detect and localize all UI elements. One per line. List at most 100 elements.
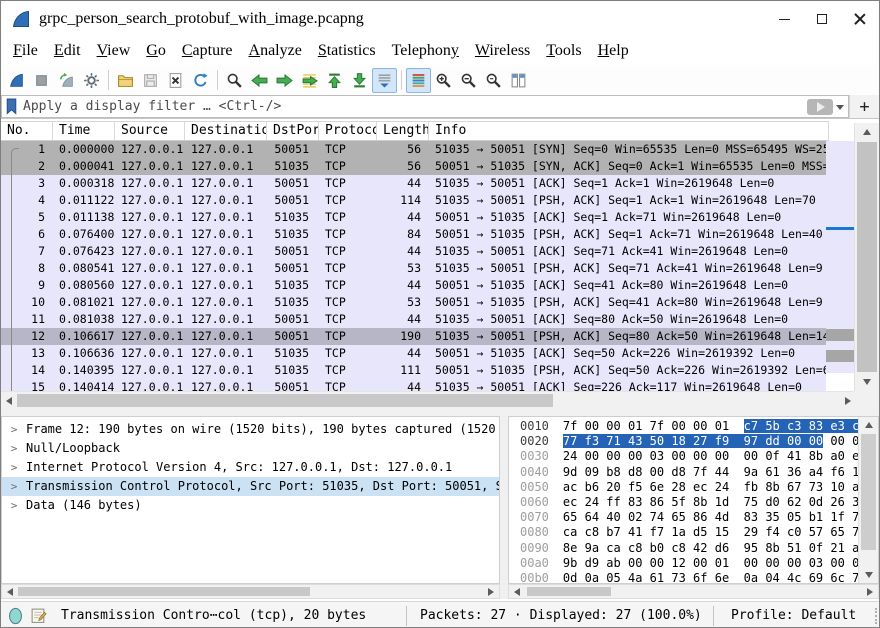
hex-byte[interactable]: 24 <box>585 495 599 509</box>
hex-byte[interactable]: ec <box>693 480 707 494</box>
hex-byte[interactable]: fb <box>744 480 758 494</box>
hex-byte[interactable]: 0a <box>585 571 599 583</box>
hex-byte[interactable]: 0d <box>809 495 823 509</box>
hex-byte[interactable]: 04 <box>765 571 779 583</box>
stop-capture-button[interactable] <box>29 68 54 93</box>
hex-row-0010[interactable]: 00107f 00 00 01 7f 00 00 01 c7 5b c3 83 … <box>520 419 858 434</box>
hex-byte[interactable]: 50 <box>650 434 664 448</box>
hex-byte[interactable]: 4d <box>715 510 729 524</box>
hex-byte[interactable]: 00 <box>715 449 729 463</box>
column-header-no[interactable]: No. <box>1 122 53 140</box>
hex-byte[interactable]: 40 <box>606 510 620 524</box>
go-forward-button[interactable] <box>272 68 297 93</box>
hex-byte[interactable]: a4 <box>809 465 823 479</box>
hex-byte[interactable]: c7 <box>744 419 758 433</box>
scroll-right-button[interactable] <box>862 585 878 598</box>
packet-row-13[interactable]: 130.106636127.0.0.1127.0.0.151035TCP4450… <box>1 345 829 362</box>
hex-row-0090[interactable]: 00908e 9a ca c8 b0 c8 42 d6 95 8b 51 0f … <box>520 541 858 556</box>
hex-byte[interactable]: 6e <box>650 480 664 494</box>
hex-byte[interactable]: 29 <box>744 525 758 539</box>
scroll-left-button[interactable] <box>2 585 18 598</box>
add-filter-button[interactable]: + <box>849 95 879 118</box>
hex-byte[interactable]: 00 <box>606 419 620 433</box>
hex-byte[interactable]: 77 <box>563 434 577 448</box>
pane-splitter[interactable] <box>1 409 879 416</box>
hex-byte[interactable]: 65 <box>563 510 577 524</box>
hex-byte[interactable]: 41 <box>628 525 642 539</box>
detail-row[interactable]: >Null/Loopback <box>2 439 499 458</box>
hex-byte[interactable]: 00 <box>628 556 642 570</box>
hex-byte[interactable]: b6 <box>585 480 599 494</box>
column-header-time[interactable]: Time <box>53 122 115 140</box>
column-header-dstport[interactable]: DstPort <box>267 122 319 140</box>
auto-scroll-button[interactable] <box>372 68 397 93</box>
detail-row[interactable]: >Frame 12: 190 bytes on wire (1520 bits)… <box>2 420 499 439</box>
hex-byte[interactable]: d8 <box>628 465 642 479</box>
menu-wireless[interactable]: Wireless <box>467 40 538 62</box>
hex-byte[interactable]: 00 <box>787 434 801 448</box>
hscroll-thumb[interactable] <box>527 587 611 596</box>
hex-byte[interactable]: 0f <box>765 449 779 463</box>
hex-row-0040[interactable]: 00409d 09 b8 d8 00 d8 7f 44 9a 61 36 a4 … <box>520 465 858 480</box>
vscroll-thumb[interactable] <box>861 434 876 550</box>
hex-byte[interactable]: 8b <box>765 541 779 555</box>
hex-byte[interactable]: 43 <box>628 434 642 448</box>
hex-byte[interactable]: d6 <box>715 541 729 555</box>
menu-telephony[interactable]: Telephony <box>384 40 467 62</box>
hex-byte[interactable]: d5 <box>693 525 707 539</box>
scroll-left-button[interactable] <box>1 392 17 409</box>
hex-byte[interactable]: ec <box>563 495 577 509</box>
hex-byte[interactable]: 83 <box>628 495 642 509</box>
selected-field-status[interactable]: Transmission Contro⋯col (tcp), 20 bytes <box>61 608 397 623</box>
detail-row[interactable]: >Internet Protocol Version 4, Src: 127.0… <box>2 458 499 477</box>
hex-byte[interactable]: 28 <box>671 480 685 494</box>
hscroll-thumb[interactable] <box>17 394 553 407</box>
packet-row-10[interactable]: 100.081021127.0.0.1127.0.0.151035TCP5350… <box>1 294 829 311</box>
hex-byte[interactable]: a0 <box>830 449 844 463</box>
hex-byte[interactable]: 4a <box>628 571 642 583</box>
hex-byte[interactable]: 71 <box>606 434 620 448</box>
hex-byte[interactable]: 00 <box>765 556 779 570</box>
packet-row-3[interactable]: 30.000318127.0.0.1127.0.0.150051TCP44510… <box>1 175 829 192</box>
hscroll-thumb[interactable] <box>18 587 310 596</box>
hex-byte[interactable]: c8 <box>671 541 685 555</box>
resize-columns-button[interactable] <box>506 68 531 93</box>
hex-byte[interactable]: 69 <box>809 571 823 583</box>
hex-byte[interactable]: c8 <box>628 541 642 555</box>
hex-row-0030[interactable]: 003024 00 00 00 03 00 00 00 00 0f 41 8b … <box>520 449 858 464</box>
hex-byte[interactable]: 00 <box>744 556 758 570</box>
hex-byte[interactable]: c3 <box>787 419 801 433</box>
hex-byte[interactable]: 00 <box>693 419 707 433</box>
hex-byte[interactable]: b1 <box>809 510 823 524</box>
scroll-up-button[interactable] <box>855 123 879 141</box>
expand-chevron-icon[interactable]: > <box>2 477 26 496</box>
hex-byte[interactable]: 5b <box>765 419 779 433</box>
hex-byte[interactable]: 00 <box>787 556 801 570</box>
hex-byte[interactable]: 1d <box>715 495 729 509</box>
menu-go[interactable]: Go <box>138 40 174 62</box>
hex-byte[interactable]: 0f <box>809 541 823 555</box>
hex-byte[interactable]: 7f <box>563 419 577 433</box>
hex-byte[interactable]: 05 <box>606 571 620 583</box>
packet-row-8[interactable]: 80.080541127.0.0.1127.0.0.150051TCP53510… <box>1 260 829 277</box>
packet-row-12[interactable]: 120.106617127.0.0.1127.0.0.150051TCP1905… <box>1 328 829 345</box>
save-file-button[interactable] <box>138 68 163 93</box>
hex-byte[interactable]: 83 <box>744 510 758 524</box>
close-button[interactable] <box>841 1 879 37</box>
close-file-button[interactable] <box>163 68 188 93</box>
hex-byte[interactable]: 00 <box>606 449 620 463</box>
start-capture-button[interactable] <box>4 68 29 93</box>
hex-byte[interactable]: b0 <box>650 541 664 555</box>
colorize-button[interactable] <box>406 68 431 93</box>
capture-comment-icon[interactable] <box>30 607 47 624</box>
bottom-pane-divider[interactable] <box>500 416 508 599</box>
hex-byte[interactable]: 0d <box>563 571 577 583</box>
open-file-button[interactable] <box>113 68 138 93</box>
hex-byte[interactable]: 62 <box>787 495 801 509</box>
hex-byte[interactable]: 00 <box>693 449 707 463</box>
hex-byte[interactable]: d9 <box>585 556 599 570</box>
hex-byte[interactable]: f3 <box>585 434 599 448</box>
hex-byte[interactable]: 00 <box>830 556 844 570</box>
hex-byte[interactable]: 7f <box>693 465 707 479</box>
expert-info-icon[interactable] <box>8 607 23 625</box>
